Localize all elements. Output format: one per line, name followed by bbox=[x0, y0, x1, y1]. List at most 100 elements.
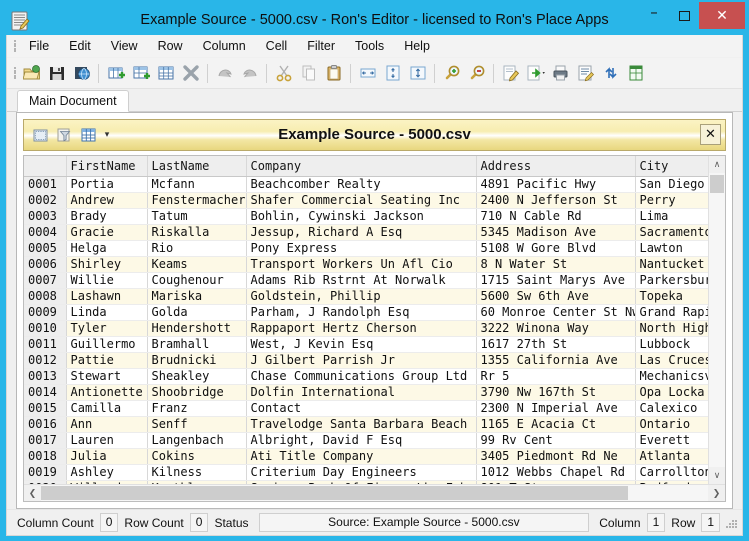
autosize-icon[interactable] bbox=[405, 61, 430, 86]
table-cell[interactable]: 1355 California Ave bbox=[476, 353, 635, 369]
menu-cell[interactable]: Cell bbox=[256, 36, 298, 56]
scroll-right-icon[interactable]: ❯ bbox=[708, 485, 725, 502]
excel-icon[interactable] bbox=[623, 61, 648, 86]
menu-file[interactable]: File bbox=[19, 36, 59, 56]
insert-column-icon[interactable] bbox=[103, 61, 128, 86]
row-number-cell[interactable]: 0019 bbox=[24, 465, 66, 481]
table-cell[interactable]: Coughenour bbox=[147, 273, 246, 289]
row-number-cell[interactable]: 0011 bbox=[24, 337, 66, 353]
table-cell[interactable]: Fenstermacher bbox=[147, 193, 246, 209]
table-cell[interactable]: 1715 Saint Marys Ave bbox=[476, 273, 635, 289]
table-cell[interactable]: Guillermo bbox=[66, 337, 147, 353]
table-cell[interactable]: Keams bbox=[147, 257, 246, 273]
table-cell[interactable]: Rappaport Hertz Cherson bbox=[246, 321, 476, 337]
row-number-cell[interactable]: 0005 bbox=[24, 241, 66, 257]
table-cell[interactable]: 5108 W Gore Blvd bbox=[476, 241, 635, 257]
table-cell[interactable]: Las Cruces bbox=[635, 353, 708, 369]
row-number-cell[interactable]: 0017 bbox=[24, 433, 66, 449]
chevron-down-icon[interactable]: ▾ bbox=[101, 124, 113, 146]
zoom-in-icon[interactable] bbox=[439, 61, 464, 86]
table-cell[interactable]: Riskalla bbox=[147, 225, 246, 241]
table-cell[interactable]: Shoobridge bbox=[147, 385, 246, 401]
table-cell[interactable]: Rio bbox=[147, 241, 246, 257]
table-cell[interactable]: Atlanta bbox=[635, 449, 708, 465]
table-cell[interactable]: Shafer Commercial Seating Inc bbox=[246, 193, 476, 209]
cut-icon[interactable] bbox=[271, 61, 296, 86]
table-cell[interactable]: Nantucket bbox=[635, 257, 708, 273]
menu-filter[interactable]: Filter bbox=[297, 36, 345, 56]
table-row[interactable]: 0006ShirleyKeamsTransport Workers Un Afl… bbox=[24, 257, 708, 273]
table-cell[interactable]: Lima bbox=[635, 209, 708, 225]
table-cell[interactable]: Bedford bbox=[635, 481, 708, 485]
table-cell[interactable]: J Gilbert Parrish Jr bbox=[246, 353, 476, 369]
export-icon[interactable] bbox=[523, 61, 548, 86]
row-number-cell[interactable]: 0015 bbox=[24, 401, 66, 417]
delete-icon[interactable] bbox=[178, 61, 203, 86]
table-cell[interactable]: Camilla bbox=[66, 401, 147, 417]
scroll-down-icon[interactable]: ∨ bbox=[709, 467, 725, 484]
table-row[interactable]: 0002AndrewFenstermacherShafer Commercial… bbox=[24, 193, 708, 209]
table-cell[interactable]: Cokins bbox=[147, 449, 246, 465]
table-row[interactable]: 0014AntionetteShoobridgeDolfin Internati… bbox=[24, 385, 708, 401]
minimize-button[interactable]: – bbox=[639, 2, 669, 29]
row-number-cell[interactable]: 0002 bbox=[24, 193, 66, 209]
menu-help[interactable]: Help bbox=[394, 36, 440, 56]
vertical-scrollbar[interactable]: ∧ ∨ bbox=[708, 156, 725, 484]
table-cell[interactable]: Jessup, Richard A Esq bbox=[246, 225, 476, 241]
row-number-cell[interactable]: 0010 bbox=[24, 321, 66, 337]
table-cell[interactable]: Linda bbox=[66, 305, 147, 321]
row-number-cell[interactable]: 0020 bbox=[24, 481, 66, 485]
toolbar-grip[interactable] bbox=[12, 65, 19, 81]
table-row[interactable]: 0018JuliaCokinsAti Title Company3405 Pie… bbox=[24, 449, 708, 465]
resize-grip[interactable] bbox=[724, 516, 738, 530]
table-cell[interactable]: 8 N Water St bbox=[476, 257, 635, 273]
horizontal-scrollbar[interactable]: ❮ ❯ bbox=[24, 484, 725, 501]
document-close-button[interactable]: ✕ bbox=[700, 124, 721, 145]
table-cell[interactable]: Brudnicki bbox=[147, 353, 246, 369]
table-cell[interactable]: Golda bbox=[147, 305, 246, 321]
table-cell[interactable]: 801 T St bbox=[476, 481, 635, 485]
column-header-rownum[interactable] bbox=[24, 156, 66, 177]
table-cell[interactable]: Julia bbox=[66, 449, 147, 465]
table-cell[interactable]: 5345 Madison Ave bbox=[476, 225, 635, 241]
maximize-button[interactable] bbox=[669, 2, 699, 29]
table-cell[interactable]: Franz bbox=[147, 401, 246, 417]
table-cell[interactable]: 3405 Piedmont Rd Ne bbox=[476, 449, 635, 465]
table-cell[interactable]: Gracie bbox=[66, 225, 147, 241]
table-row[interactable]: 0005HelgaRioPony Express5108 W Gore Blvd… bbox=[24, 241, 708, 257]
table-cell[interactable]: Ati Title Company bbox=[246, 449, 476, 465]
table-row[interactable]: 0010TylerHendershottRappaport Hertz Cher… bbox=[24, 321, 708, 337]
menu-grip[interactable] bbox=[12, 38, 19, 54]
row-number-cell[interactable]: 0009 bbox=[24, 305, 66, 321]
table-row[interactable]: 0012PattieBrudnickiJ Gilbert Parrish Jr1… bbox=[24, 353, 708, 369]
table-cell[interactable]: Rr 5 bbox=[476, 369, 635, 385]
column-header-lastname[interactable]: LastName bbox=[147, 156, 246, 177]
table-cell[interactable]: Contact bbox=[246, 401, 476, 417]
table-row[interactable]: 0017LaurenLangenbachAlbright, David F Es… bbox=[24, 433, 708, 449]
horizontal-scroll-thumb[interactable] bbox=[41, 486, 628, 500]
table-row[interactable]: 0015CamillaFranzContact2300 N Imperial A… bbox=[24, 401, 708, 417]
table-cell[interactable]: 3222 Winona Way bbox=[476, 321, 635, 337]
grid-icon[interactable] bbox=[153, 61, 178, 86]
table-cell[interactable]: Mechanicsville bbox=[635, 369, 708, 385]
table-cell[interactable]: Chase Communications Group Ltd bbox=[246, 369, 476, 385]
menu-column[interactable]: Column bbox=[193, 36, 256, 56]
zoom-out-icon[interactable] bbox=[464, 61, 489, 86]
table-cell[interactable]: Bramhall bbox=[147, 337, 246, 353]
table-row[interactable]: 0016AnnSenffTravelodge Santa Barbara Bea… bbox=[24, 417, 708, 433]
table-row[interactable]: 0008LashawnMariskaGoldstein, Phillip5600… bbox=[24, 289, 708, 305]
table-cell[interactable]: Keathley bbox=[147, 481, 246, 485]
table-cell[interactable]: Pattie bbox=[66, 353, 147, 369]
table-cell[interactable]: Pony Express bbox=[246, 241, 476, 257]
table-row[interactable]: 0001PortiaMcfannBeachcomber Realty4891 P… bbox=[24, 177, 708, 193]
table-cell[interactable]: Bohlin, Cywinski Jackson bbox=[246, 209, 476, 225]
fit-width-icon[interactable] bbox=[355, 61, 380, 86]
table-cell[interactable]: Lashawn bbox=[66, 289, 147, 305]
row-number-cell[interactable]: 0004 bbox=[24, 225, 66, 241]
table-cell[interactable]: Parham, J Randolph Esq bbox=[246, 305, 476, 321]
table-cell[interactable]: Adams Rib Rstrnt At Norwalk bbox=[246, 273, 476, 289]
table-cell[interactable]: San Diego bbox=[635, 177, 708, 193]
table-cell[interactable]: Hendershott bbox=[147, 321, 246, 337]
table-cell[interactable]: Brady bbox=[66, 209, 147, 225]
table-cell[interactable]: Savings Bank Of Finger Lks Fsb bbox=[246, 481, 476, 485]
